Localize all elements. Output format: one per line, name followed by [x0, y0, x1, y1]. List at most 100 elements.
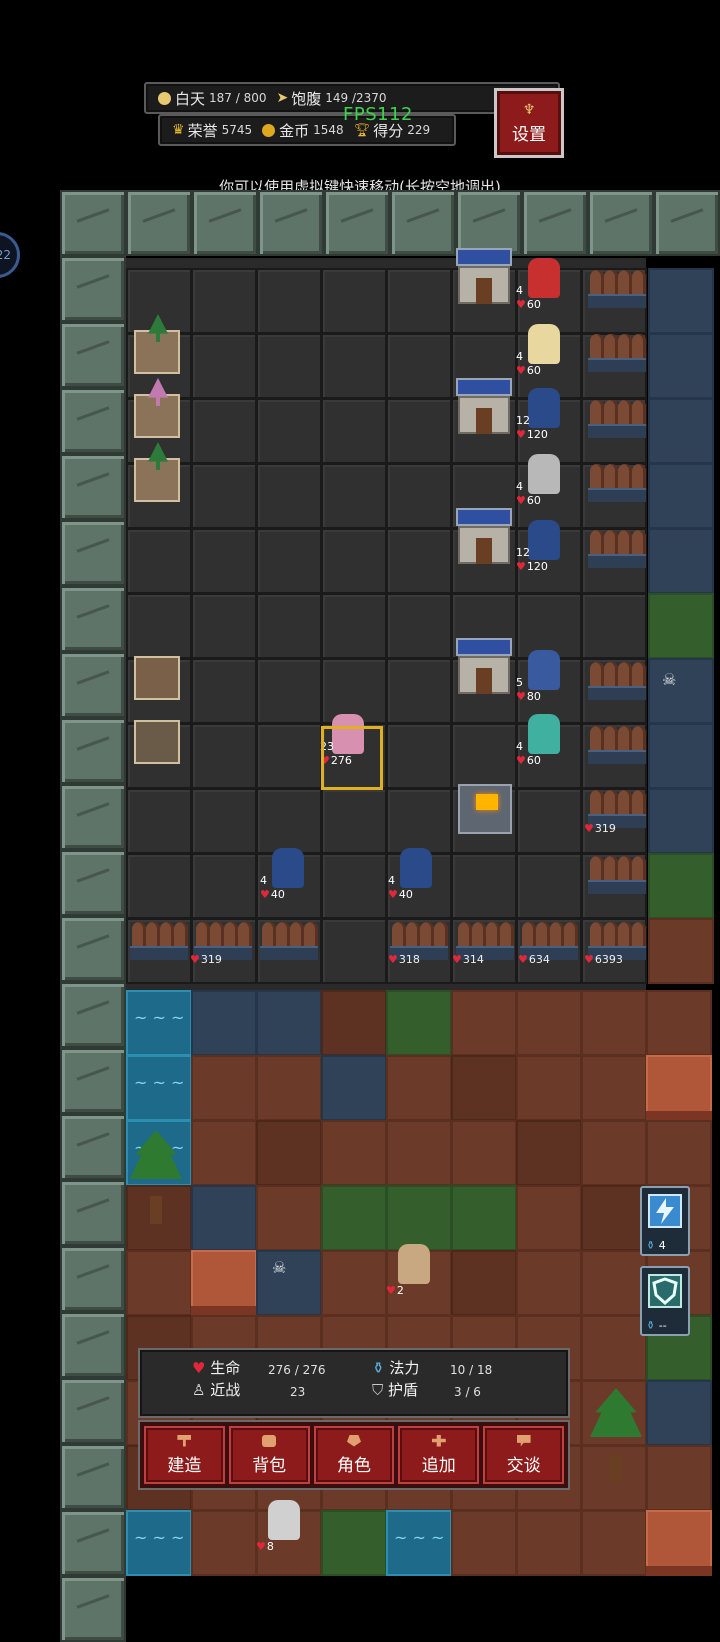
spike-trap[interactable]: [588, 452, 646, 502]
terrain-tile: [648, 658, 714, 724]
unit-level: 4: [516, 740, 523, 753]
terrain-tile: [581, 1120, 647, 1186]
stone-wall-tile: [60, 1246, 126, 1312]
barracks-building[interactable]: [456, 248, 512, 306]
floor-tile: [386, 398, 452, 464]
spike-trap[interactable]: [588, 714, 646, 764]
terrain-tile: [516, 990, 582, 1056]
tree-planter[interactable]: [134, 442, 180, 502]
shield-skill-button[interactable]: ⚱ --: [640, 1266, 690, 1336]
stone-wall-tile: [60, 454, 126, 520]
floor-tile: [321, 853, 387, 919]
unit-hp-value: 60: [526, 754, 541, 767]
spike-trap[interactable]: [588, 778, 646, 828]
terrain-tile: [646, 1120, 712, 1186]
honor-label: 荣誉: [187, 121, 218, 140]
unit-horned-knight[interactable]: 5 ♥80: [516, 646, 572, 706]
bag-button[interactable]: 背包: [228, 1426, 310, 1484]
talk-button[interactable]: 交谈: [483, 1426, 564, 1484]
unit-hp: ♥60: [516, 364, 541, 377]
floor-tile: [386, 463, 452, 529]
heart-icon: ♥: [516, 364, 526, 377]
forge-building[interactable]: [458, 784, 512, 834]
workbench[interactable]: [134, 720, 180, 764]
barracks-building[interactable]: [456, 378, 512, 436]
barracks-building[interactable]: [456, 638, 512, 696]
mana-icon: ⚱: [372, 1359, 385, 1377]
heart-icon: ♥: [516, 560, 526, 573]
day-value: 187 / 800: [209, 91, 267, 105]
terrain-tile: [648, 593, 714, 659]
build-button[interactable]: 建造: [144, 1426, 225, 1484]
satiety-label: 饱腹: [291, 89, 322, 108]
spike-trap[interactable]: [588, 518, 646, 568]
terrain-tile: [256, 1185, 322, 1251]
terrain-tile: [386, 1510, 452, 1576]
unit-crossbow-knight[interactable]: 4 ♥40: [260, 844, 316, 904]
settings-icon: ♆: [522, 101, 536, 118]
spike-trap[interactable]: [588, 258, 646, 308]
unit-teal-fighter[interactable]: 4 ♥60: [516, 710, 572, 770]
stone-wall-tile: [60, 982, 126, 1048]
unit-rooster[interactable]: ♥2: [386, 1240, 442, 1300]
storage-barrel[interactable]: [134, 656, 180, 700]
unit-angel[interactable]: 4 ♥60: [516, 320, 572, 380]
heart-icon: ♥: [516, 690, 526, 703]
stone-wall-tile: [60, 1048, 126, 1114]
wall-hp-value: 6393: [594, 953, 623, 966]
terrain-tile: [581, 1250, 647, 1316]
unit-crossbow-knight[interactable]: 12 ♥120: [516, 516, 572, 576]
unit-level: 12: [516, 414, 530, 427]
unit-hp-value: 8: [266, 1540, 274, 1553]
terrain-tile: [451, 1055, 517, 1121]
spike-trap[interactable]: [588, 844, 646, 894]
spike-trap[interactable]: [260, 910, 318, 960]
terrain-tile: [646, 990, 712, 1056]
build-label: 建造: [167, 1455, 202, 1476]
unit-hp: ♥40: [260, 888, 285, 901]
unit-red-hood[interactable]: 4 ♥60: [516, 254, 572, 314]
floor-tile: [191, 333, 257, 399]
tree-planter[interactable]: [134, 314, 180, 374]
stone-wall-tile: [60, 586, 126, 652]
barracks-building[interactable]: [456, 508, 512, 566]
terrain-tile: [126, 1250, 192, 1316]
terrain-tile: [648, 918, 714, 984]
append-label: 追加: [421, 1455, 456, 1476]
side-badge[interactable]: 22: [0, 232, 20, 278]
spike-trap[interactable]: [588, 388, 646, 438]
fps-counter: FPS112: [343, 104, 413, 125]
stone-wall-tile: [60, 1312, 126, 1378]
unit-hp: ♥60: [516, 754, 541, 767]
terrain-tile: [321, 1250, 387, 1316]
action-bar: 建造 背包 角色 追加 交谈: [138, 1420, 570, 1490]
settings-button[interactable]: ♆ 设置: [494, 88, 564, 158]
append-button[interactable]: 追加: [398, 1426, 480, 1484]
wall-hp-value: 634: [528, 953, 550, 966]
unit-axe-warrior[interactable]: 4 ♥60: [516, 450, 572, 510]
floor-tile: [386, 723, 452, 789]
spike-trap[interactable]: [588, 650, 646, 700]
heart-icon: ♥: [256, 1540, 266, 1553]
character-icon: [346, 1434, 361, 1447]
life-value: 276 / 276: [268, 1363, 326, 1377]
floor-tile: [321, 528, 387, 594]
terrain-tile: [648, 788, 714, 854]
unit-skeleton[interactable]: ♥8: [256, 1496, 312, 1556]
spike-trap[interactable]: [588, 322, 646, 372]
unit-sprite: [528, 714, 560, 754]
terrain-tile: [126, 1055, 192, 1121]
unit-sprite: [398, 1244, 430, 1284]
lightning-icon: [648, 1194, 682, 1228]
unit-hp: ♥60: [516, 298, 541, 311]
talk-label: 交谈: [506, 1455, 541, 1476]
character-button[interactable]: 角色: [313, 1426, 395, 1484]
tree-sprite: [130, 1130, 182, 1226]
unit-hp: ♥120: [516, 428, 548, 441]
unit-crossbow-knight[interactable]: 4 ♥40: [388, 844, 444, 904]
floor-tile: [321, 268, 387, 334]
turnip-planter[interactable]: [134, 378, 180, 438]
spike-trap[interactable]: [130, 910, 188, 960]
unit-crossbow-knight[interactable]: 12 ♥120: [516, 384, 572, 444]
lightning-skill-button[interactable]: ⚱ 4: [640, 1186, 690, 1256]
